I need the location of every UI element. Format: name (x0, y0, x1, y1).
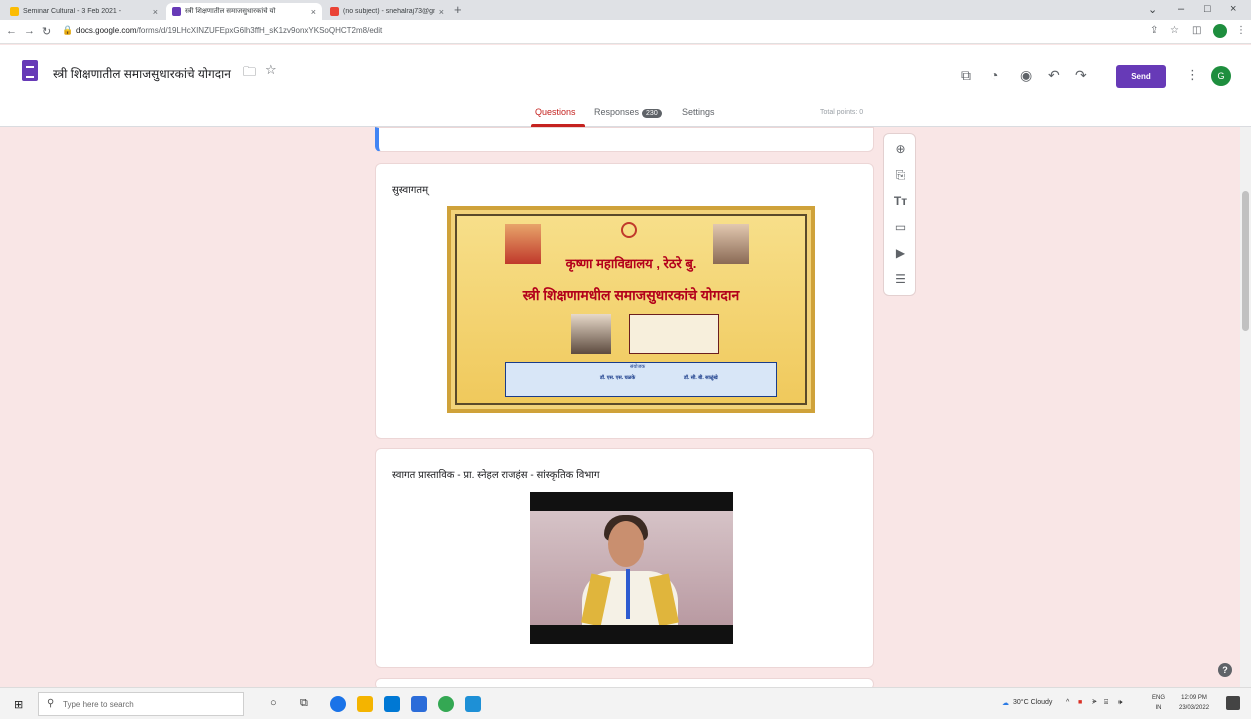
store-icon[interactable] (384, 696, 400, 712)
cortana-icon[interactable]: ○ (270, 697, 277, 709)
speaker-face (608, 521, 644, 567)
redo-icon[interactable]: ↷ (1075, 67, 1087, 84)
card-title: सुस्वागतम् (392, 185, 429, 196)
organizer-label: संयोजक (630, 364, 646, 370)
app-icon[interactable] (465, 696, 481, 712)
search-icon: ⚲ (47, 698, 55, 709)
chrome-icon[interactable] (438, 696, 454, 712)
tab-responses[interactable]: Responses 230 (594, 107, 662, 118)
new-tab-button[interactable]: + (454, 2, 462, 17)
form-builder-toolbar: ⊕ ⎘ Tт ▭ ▶ ☰ (883, 133, 916, 296)
add-section-icon[interactable]: ☰ (884, 272, 917, 286)
forms-header: स्त्री शिक्षणातील समाजसुधारकांचे योगदान … (0, 45, 1251, 127)
help-icon[interactable]: ? (1218, 663, 1232, 677)
antivirus-icon[interactable]: ■ (1078, 699, 1082, 706)
add-video-icon[interactable]: ▶ (884, 246, 917, 260)
welcome-image-card[interactable]: सुस्वागतम् कृष्णा महाविद्यालय , रेठरे बु… (375, 163, 874, 439)
avatar[interactable]: G (1211, 66, 1231, 86)
reload-icon[interactable]: ↻ (42, 25, 51, 38)
browser-tab-strip: Seminar Cultural - 3 Feb 2021 - × स्त्री… (0, 0, 1251, 20)
drive-icon (10, 7, 19, 16)
windows-start-icon[interactable]: ⊞ (14, 698, 23, 711)
close-icon[interactable]: × (311, 7, 316, 17)
addons-icon[interactable]: ⧉ (961, 67, 971, 84)
share-icon[interactable]: ⇪ (1150, 25, 1158, 36)
forms-logo-icon[interactable] (22, 60, 38, 81)
star-icon[interactable]: ☆ (265, 62, 277, 78)
close-window-button[interactable]: × (1230, 3, 1236, 15)
poster-college: कृष्णा महाविद्यालय , रेठरे बु. (565, 256, 697, 271)
video-frame (530, 511, 733, 625)
coordinator-name: डॉ. एस. एस. घळके (600, 375, 636, 381)
seminar-poster-image[interactable]: कृष्णा महाविद्यालय , रेठरे बु. स्त्री शि… (447, 206, 815, 413)
close-icon[interactable]: × (439, 7, 444, 17)
preview-eye-icon[interactable]: ◉ (1020, 67, 1032, 84)
page-scrollbar[interactable] (1240, 127, 1251, 687)
speaker-photo (571, 314, 611, 354)
video-player[interactable] (530, 492, 733, 644)
network-icon[interactable]: ⌸ (1104, 699, 1108, 707)
close-icon[interactable]: × (153, 7, 158, 17)
clock[interactable]: 12:09 PM 23/03/2022 (1179, 693, 1209, 713)
profile-avatar-icon[interactable] (1213, 24, 1227, 38)
volume-icon[interactable]: 🕪 (1118, 699, 1122, 707)
responses-count-badge: 230 (642, 109, 662, 118)
tray-chevron-icon[interactable]: ^ (1066, 699, 1069, 706)
back-icon[interactable]: ← (6, 25, 17, 37)
folder-icon[interactable]: 🗀 (243, 63, 256, 85)
send-button[interactable]: Send (1116, 65, 1166, 88)
task-view-icon[interactable]: ⧉ (300, 697, 308, 710)
scrollbar-thumb[interactable] (1242, 191, 1249, 331)
coordinator-name: डॉ. सी. बी. साळुंखे (684, 375, 718, 381)
lock-icon[interactable]: 🔒 (62, 25, 73, 36)
tab-search-icon[interactable]: ⌄ (1148, 3, 1157, 16)
taskbar-search-input[interactable]: ⚲ Type here to search (38, 692, 244, 716)
undo-icon[interactable]: ↶ (1048, 67, 1060, 84)
lanyard (626, 569, 630, 619)
minimize-button[interactable]: – (1178, 3, 1184, 15)
tab-settings[interactable]: Settings (682, 107, 715, 117)
file-explorer-icon[interactable] (357, 696, 373, 712)
weather-icon: ☁ (1002, 700, 1009, 707)
total-points: Total points: 0 (820, 109, 864, 116)
forward-icon[interactable]: → (24, 25, 35, 37)
more-options-icon[interactable]: ⋮ (1186, 67, 1199, 83)
edge-icon[interactable] (330, 696, 346, 712)
add-question-icon[interactable]: ⊕ (884, 142, 917, 156)
input-language[interactable]: ENG IN (1152, 693, 1165, 713)
palette-icon[interactable]: ◔ (990, 67, 998, 83)
add-title-icon[interactable]: Tт (884, 194, 917, 208)
language-icon[interactable]: ᗘ (1092, 699, 1097, 707)
address-bar: ← → ↻ 🔒 docs.google.com/forms/d/19LHcXIN… (0, 20, 1251, 44)
import-questions-icon[interactable]: ⎘ (884, 168, 917, 183)
browser-tab-active[interactable]: स्त्री शिक्षणातील समाजसुधारकांचे यो × (166, 3, 322, 20)
add-image-icon[interactable]: ▭ (884, 220, 917, 234)
bookmark-star-icon[interactable]: ☆ (1170, 25, 1179, 36)
gmail-icon (330, 7, 339, 16)
app-icon[interactable] (411, 696, 427, 712)
browser-tab[interactable]: Seminar Cultural - 3 Feb 2021 - × (4, 3, 164, 20)
form-header-card[interactable] (375, 127, 874, 152)
notification-icon[interactable] (1226, 696, 1240, 710)
speaker-box (629, 314, 719, 354)
search-placeholder: Type here to search (63, 700, 134, 709)
organizers-box: संयोजक डॉ. एस. एस. घळके डॉ. सी. बी. साळु… (505, 362, 777, 397)
maximize-button[interactable]: □ (1204, 3, 1211, 15)
emblem-icon (621, 222, 637, 238)
form-title[interactable]: स्त्री शिक्षणातील समाजसुधारकांचे योगदान (53, 65, 231, 82)
tab-window-icon[interactable]: ◫ (1192, 25, 1201, 36)
url-field[interactable]: docs.google.com/forms/d/19LHcXINZUFEpxG6… (76, 26, 382, 35)
browser-menu-icon[interactable]: ⋮ (1236, 25, 1246, 36)
browser-tab[interactable]: (no subject) - snehalraj73@gmai × (324, 3, 450, 20)
card-title: स्वागत प्रास्ताविक - प्रा. स्नेहल राजहंस… (392, 470, 600, 481)
poster-topic: स्त्री शिक्षणामधील समाजसुधारकांचे योगदान (522, 287, 740, 303)
forms-icon (172, 7, 181, 16)
tab-questions[interactable]: Questions (535, 107, 576, 117)
video-card[interactable]: स्वागत प्रास्ताविक - प्रा. स्नेहल राजहंस… (375, 448, 874, 668)
windows-taskbar: ⊞ ⚲ Type here to search ○ ⧉ ☁ 30°C Cloud… (0, 687, 1251, 719)
weather-text[interactable]: 30°C Cloudy (1013, 699, 1052, 706)
poster-frame: कृष्णा महाविद्यालय , रेठरे बु. स्त्री शि… (455, 214, 807, 405)
